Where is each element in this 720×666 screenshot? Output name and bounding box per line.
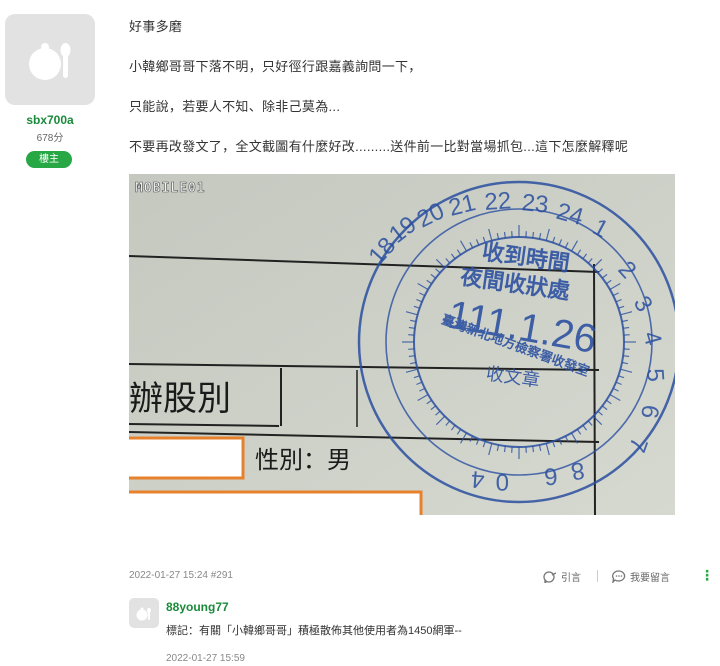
author-username[interactable]: sbx700a	[0, 113, 100, 127]
more-options-icon[interactable]: ⋮	[700, 568, 714, 582]
commenter-username[interactable]: 88young77	[166, 600, 229, 614]
stamp-tick	[532, 231, 535, 238]
dial-number: 23	[520, 189, 549, 219]
quote-label: 引言	[561, 573, 581, 584]
quote-icon	[543, 570, 557, 583]
post-image[interactable]: MOBILE01 辦股別 性別：男 18 19 20 21 22 23 24 1…	[129, 174, 675, 515]
dial-number: 22	[484, 187, 513, 216]
stamp-tick	[408, 326, 415, 329]
image-watermark: MOBILE01	[135, 181, 206, 196]
post-text-line: 好事多磨	[129, 19, 183, 34]
author-avatar[interactable]	[5, 14, 95, 105]
comment-timestamp: 2022-01-27 15:59	[166, 653, 245, 664]
post-text-line: 小韓鄉哥哥下落不明，只好徑行跟嘉義詢問一下，	[129, 59, 422, 74]
footer-divider	[597, 570, 598, 582]
stamp-tick	[408, 355, 415, 358]
stamp-tick	[623, 355, 630, 358]
comment-button[interactable]: 我要留言	[612, 569, 670, 584]
thread-owner-badge: 樓主	[26, 151, 72, 168]
quote-button[interactable]: 引言	[543, 569, 581, 584]
dial-number: 5	[641, 368, 669, 383]
post-text-line: 只能說，若要人不知、除非己莫為...	[129, 99, 341, 114]
dial-number: 6	[543, 462, 558, 490]
stamp-tick	[532, 446, 535, 453]
form-text-gender: 性別：男	[255, 446, 351, 474]
author-points: 678分	[36, 133, 64, 144]
stamp-tick	[503, 446, 506, 453]
comment-label: 我要留言	[630, 573, 670, 584]
stamp-tick	[623, 326, 630, 329]
default-avatar-icon	[29, 43, 71, 80]
post-text-line: 不要再改發文了，全文截圖有什麼好改.........送件前一比對當場抓包...這…	[129, 139, 629, 154]
default-avatar-icon	[136, 607, 151, 621]
comment-icon	[612, 570, 626, 583]
comment-text: 標記：有關「小韓鄉哥哥」積極散佈其他使用者為1450網軍--	[166, 625, 462, 637]
commenter-avatar[interactable]	[129, 598, 159, 628]
dial-number: 0	[496, 468, 509, 495]
post-timestamp: 2022-01-27 15:24 #291	[129, 570, 233, 581]
stamp-tick	[503, 231, 506, 238]
form-text-section: 辦股別	[129, 379, 231, 419]
dial-number: 4	[470, 465, 485, 493]
